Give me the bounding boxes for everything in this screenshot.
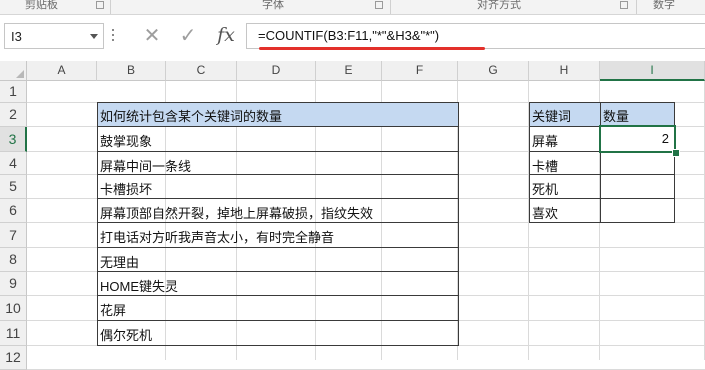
cancel-icon[interactable]: ✕ [140, 23, 164, 49]
row-header-8[interactable]: 8 [0, 248, 27, 272]
ribbon-separator [390, 0, 391, 14]
alignment-launcher-icon[interactable] [620, 1, 628, 9]
row-header-9[interactable]: 9 [0, 272, 27, 296]
formula-bar: I3 ✕ ✓ fx =COUNTIF(B3:F11,"*"&H3&"*") [0, 15, 705, 59]
fill-handle[interactable] [672, 149, 680, 157]
column-header-b[interactable]: B [97, 61, 166, 81]
row-header-1[interactable]: 1 [0, 81, 27, 103]
column-header-d[interactable]: D [237, 61, 316, 81]
row-header-10[interactable]: 10 [0, 296, 27, 321]
column-header-f[interactable]: F [382, 61, 458, 81]
chevron-down-icon[interactable] [90, 34, 98, 39]
table-row-text: 偶尔死机 [100, 328, 153, 343]
table-row[interactable] [97, 247, 459, 272]
table-row-text: 鼓掌现象 [100, 134, 153, 149]
column-header-e[interactable]: E [316, 61, 382, 81]
ribbon-group-clipboard[interactable]: 剪贴板 [25, 0, 58, 12]
font-launcher-icon[interactable] [375, 1, 383, 9]
insert-function-icon[interactable]: fx [212, 24, 240, 50]
worksheet-grid[interactable]: ABCDEFGHI 1 2 3 4 5 6 7 8 9 10 11 12 如何统计包含某个关键词的数量… [0, 61, 705, 370]
keyword-text: 喜欢 [532, 206, 559, 221]
formula-input[interactable]: =COUNTIF(B3:F11,"*"&H3&"*") [246, 23, 705, 50]
column-header-i[interactable]: I [600, 61, 705, 81]
column-header-a[interactable]: A [27, 61, 97, 81]
table-row-text: 卡槽损坏 [100, 182, 153, 197]
table-row-text: 无理由 [100, 255, 140, 270]
table-row-text: HOME键失灵 [100, 279, 179, 294]
clipboard-launcher-icon[interactable] [96, 1, 104, 9]
name-box-value: I3 [11, 29, 22, 44]
ribbon-group-font[interactable]: 字体 [262, 0, 284, 12]
formula-text: =COUNTIF(B3:F11,"*"&H3&"*") [258, 28, 440, 43]
row-header-11[interactable]: 11 [0, 321, 27, 346]
count-cell[interactable] [600, 174, 675, 199]
row-header-2[interactable]: 2 [0, 103, 27, 127]
name-box[interactable]: I3 [4, 23, 104, 49]
ribbon-separator [110, 0, 111, 14]
keyword-text: 死机 [532, 182, 559, 197]
keyword-header-text: 关键词 [532, 109, 572, 124]
row-header-3[interactable]: 3 [0, 127, 27, 152]
ribbon-group-number[interactable]: 数字 [653, 0, 675, 12]
table-row-text: 打电话对方听我声音太小，有时完全静音 [100, 230, 335, 245]
column-header-h[interactable]: H [529, 61, 600, 81]
table-row[interactable] [97, 295, 459, 321]
table-row-text: 花屏 [100, 303, 127, 318]
table-header-text: 如何统计包含某个关键词的数量 [100, 109, 283, 124]
select-all-button[interactable] [0, 61, 27, 81]
keyword-text: 卡槽 [532, 159, 559, 174]
resize-handle-icon[interactable] [112, 29, 115, 43]
enter-icon[interactable]: ✓ [176, 23, 200, 49]
row-header-5[interactable]: 5 [0, 175, 27, 199]
table-row-text: 屏幕中间一条线 [100, 159, 192, 174]
row-header-7[interactable]: 7 [0, 223, 27, 248]
count-cell[interactable] [600, 198, 675, 223]
ribbon-separator [636, 0, 637, 14]
annotation-underline [259, 47, 485, 50]
column-header-g[interactable]: G [458, 61, 529, 81]
ribbon-group-alignment[interactable]: 对齐方式 [477, 0, 521, 12]
keyword-text: 屏幕 [532, 134, 559, 149]
column-header-c[interactable]: C [166, 61, 237, 81]
count-cell[interactable] [600, 151, 675, 175]
table-row-text: 屏幕顶部自然开裂，掉地上屏幕破损，指纹失效 [100, 206, 374, 221]
ribbon-group-strip: 剪贴板 字体 对齐方式 数字 [0, 0, 705, 15]
row-header-6[interactable]: 6 [0, 199, 27, 223]
row-header-12[interactable]: 12 [0, 346, 27, 370]
row-header-4[interactable]: 4 [0, 152, 27, 175]
active-cell-selection[interactable] [599, 125, 676, 153]
count-header-text: 数量 [603, 109, 630, 124]
